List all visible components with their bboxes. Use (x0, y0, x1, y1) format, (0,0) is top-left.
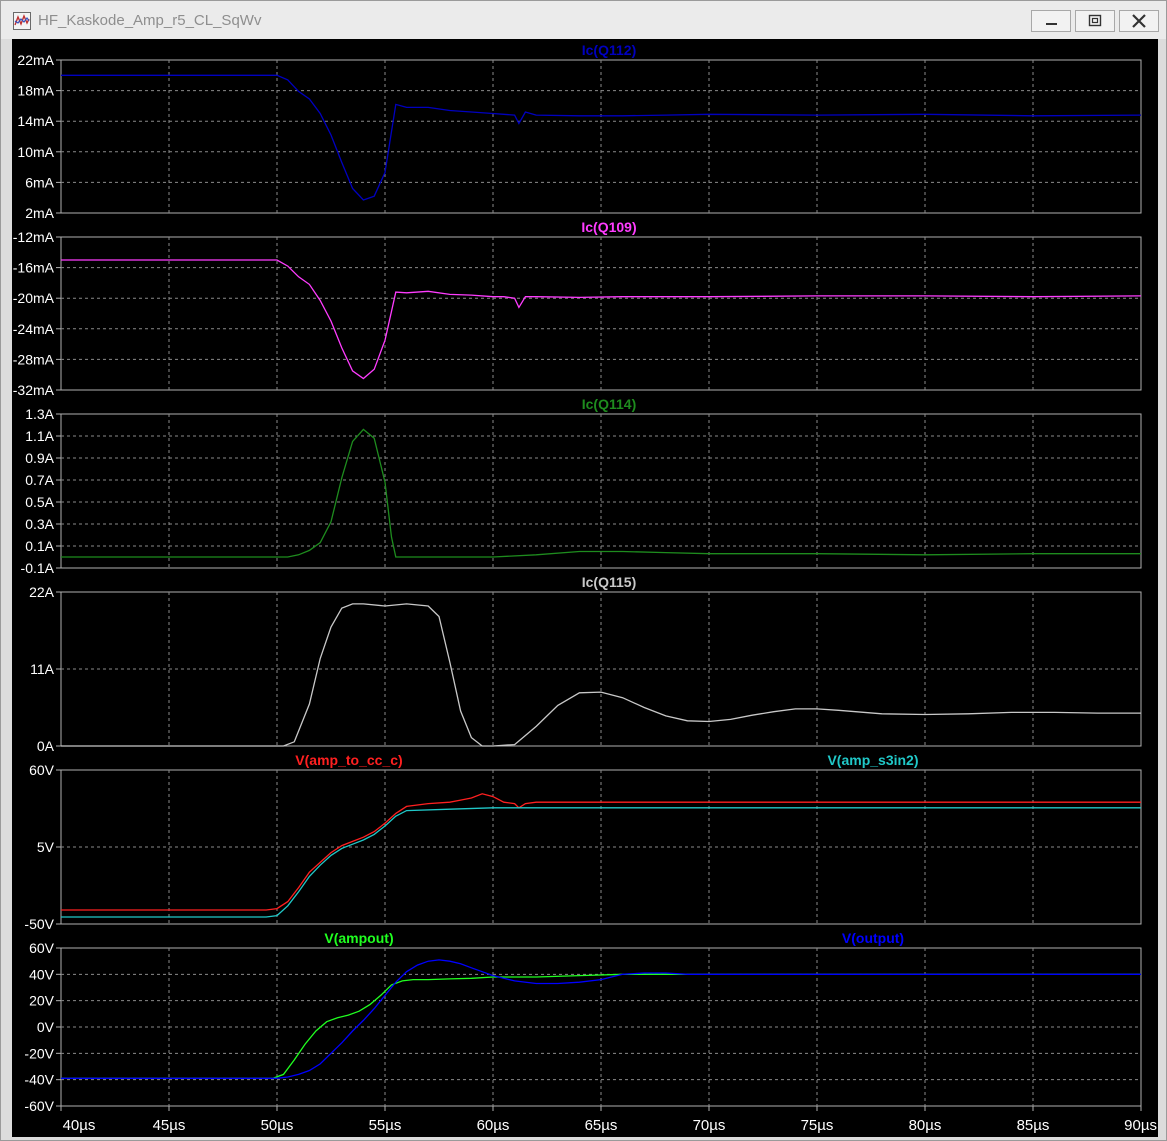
close-button[interactable] (1119, 10, 1159, 32)
plot-pane-1[interactable]: 22mA 18mA 14mA 10mA 6mA 2mA Ic(Q112) (17, 42, 1142, 221)
y-tick-label: 22mA (17, 52, 54, 68)
y-tick-label: 18mA (17, 83, 54, 99)
y-tick-label: -32mA (13, 382, 55, 398)
pane-frame (60, 59, 1142, 214)
series-label[interactable]: Ic(Q114) (582, 396, 636, 412)
y-tick-label: -28mA (13, 351, 55, 367)
x-tick-label: 75µs (801, 1117, 834, 1134)
y-tick-label: 1.3A (25, 406, 54, 422)
plot-area[interactable]: 22mA 18mA 14mA 10mA 6mA 2mA Ic(Q112) -12mA -16mA… (12, 39, 1158, 1137)
maximize-icon (1088, 14, 1102, 27)
x-tick-label: 85µs (1017, 1117, 1050, 1134)
series-label[interactable]: V(ampout) (324, 930, 393, 946)
y-tick-label: 10mA (17, 144, 54, 160)
y-tick-label: 1.1A (25, 428, 54, 444)
y-tick-label: 0.9A (25, 450, 54, 466)
series-label[interactable]: V(amp_to_cc_c) (295, 752, 402, 768)
x-tick-label: 80µs (909, 1117, 942, 1134)
y-tick-label: 0A (37, 738, 55, 754)
series-label[interactable]: Ic(Q109) (581, 219, 636, 235)
y-tick-label: -24mA (13, 321, 55, 337)
y-tick-label: 0.7A (25, 472, 54, 488)
y-tick-label: -20mA (13, 290, 55, 306)
x-tick-label: 70µs (693, 1117, 726, 1134)
pane-frame (60, 413, 1142, 569)
x-tick-label: 55µs (369, 1117, 402, 1134)
plot-pane-4[interactable]: 22A 11A 0A Ic(Q115) (29, 574, 1142, 754)
x-tick-label: 45µs (153, 1117, 186, 1134)
y-tick-label: -20V (24, 1045, 54, 1061)
y-tick-label: 2mA (25, 205, 54, 221)
series-label[interactable]: V(output) (842, 930, 904, 946)
plot-pane-5[interactable]: 60V 5V -50V V(amp_to_cc_c) V(amp_s3in2) (24, 752, 1142, 932)
waveform-viewer-window: HF_Kaskode_Amp_r5_CL_SqWv 22mA 18mA 14mA 10… (0, 0, 1167, 1141)
x-tick-label: 50µs (261, 1117, 294, 1134)
x-tick-label: 60µs (477, 1117, 510, 1134)
plot-pane-3[interactable]: 1.3A 1.1A 0.9A 0.7A 0.5A 0.3A 0.1A -0.1A Ic(Q114… (21, 396, 1142, 576)
x-tick-label: 90µs (1124, 1117, 1157, 1134)
minimize-icon (1046, 23, 1057, 25)
maximize-button[interactable] (1075, 10, 1115, 32)
y-tick-label: 0.5A (25, 494, 54, 510)
y-tick-label: 60V (29, 762, 55, 778)
waveform-app-icon (13, 12, 31, 30)
close-icon (1132, 14, 1146, 28)
series-label[interactable]: Ic(Q115) (582, 574, 636, 590)
x-tick-label: 40µs (63, 1117, 96, 1134)
y-tick-label: 14mA (17, 113, 54, 129)
y-tick-label: 5V (37, 839, 55, 855)
y-tick-label: 0.1A (25, 538, 54, 554)
y-tick-label: 40V (29, 966, 55, 982)
time-axis: 40µs 45µs 50µs 55µs 60µs 65µs 70µs 75µs 80µs 85µs… (60, 1106, 1157, 1134)
y-tick-label: 0V (37, 1019, 55, 1035)
plot-pane-6[interactable]: 60V 40V 20V 0V -20V -40V -60V V(ampout) V(output… (24, 930, 1142, 1114)
y-tick-label: 20V (29, 993, 55, 1009)
series-label[interactable]: Ic(Q112) (582, 42, 636, 58)
y-tick-label: -40V (24, 1072, 54, 1088)
minimize-button[interactable] (1031, 10, 1071, 32)
window-title: HF_Kaskode_Amp_r5_CL_SqWv (38, 12, 262, 29)
y-tick-label: -16mA (13, 260, 55, 276)
y-tick-label: 60V (29, 940, 55, 956)
y-tick-label: -60V (24, 1098, 54, 1114)
y-tick-label: -12mA (13, 229, 55, 245)
plot-pane-2[interactable]: -12mA -16mA -20mA -24mA -28mA -32mA Ic(Q109) (13, 219, 1142, 398)
y-tick-label: -0.1A (21, 560, 55, 576)
y-tick-label: 11A (30, 661, 55, 677)
x-tick-label: 65µs (585, 1117, 618, 1134)
y-tick-label: 0.3A (25, 516, 54, 532)
y-tick-label: 22A (29, 584, 55, 600)
y-tick-label: -50V (24, 916, 54, 932)
y-tick-label: 6mA (25, 174, 54, 190)
title-bar[interactable]: HF_Kaskode_Amp_r5_CL_SqWv (1, 1, 1166, 39)
waveform-plot-panes[interactable]: 22mA 18mA 14mA 10mA 6mA 2mA Ic(Q112) -12mA -16mA… (12, 39, 1158, 1137)
series-label[interactable]: V(amp_s3in2) (827, 752, 918, 768)
